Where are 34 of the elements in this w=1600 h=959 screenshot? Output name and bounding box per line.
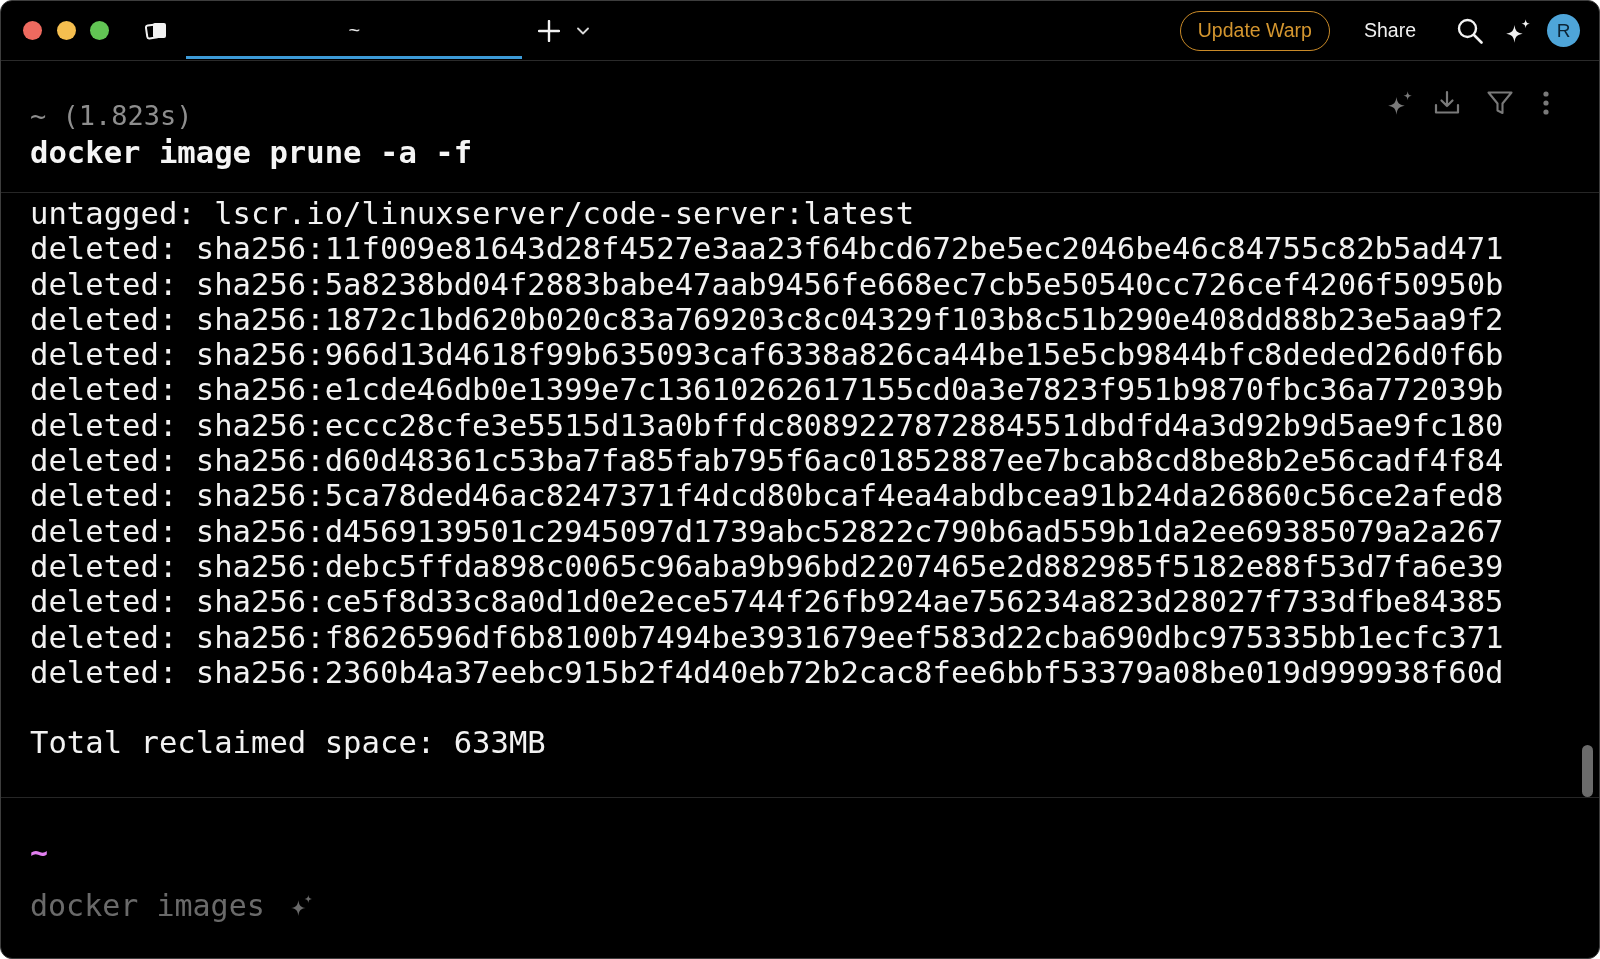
scrollbar-thumb[interactable]: [1582, 744, 1593, 797]
close-window-icon[interactable]: [23, 21, 42, 40]
plus-icon[interactable]: [538, 19, 561, 42]
block-header: ~ (1.823s): [30, 99, 194, 133]
tab[interactable]: ~: [186, 1, 523, 59]
command-text: docker image prune -a -f: [30, 134, 473, 172]
prompt-symbol: ~: [30, 834, 49, 871]
command-input[interactable]: docker images: [30, 887, 269, 924]
output-line: deleted: sha256:5ca78ded46ac8247371f4dcd80bcaf4ea4abdbcea91b24da26860c56ce2afed8: [30, 478, 1504, 514]
stacked-cards-icon[interactable]: [145, 21, 168, 40]
more-options-icon[interactable]: [1543, 91, 1549, 115]
output-line: deleted: sha256:5a8238bd04f2883babe47aab9456fe668ec7cb5e50540cc726cef4206f50950b: [30, 266, 1504, 302]
output-line: deleted: sha256:ce5f8d33c8a0d1d0e2ece5744f26fb924ae756234a823d28027f733dfbe84385: [30, 584, 1504, 620]
output-line: untagged: lscr.io/linuxserver/code-server:latest: [30, 196, 915, 232]
output-line: deleted: sha256:2360b4a37eebc915b2f4d40eb72b2cac8fee6bbf53379a08be019d999938f60d: [30, 654, 1504, 691]
filter-icon[interactable]: [1487, 90, 1513, 116]
share-button[interactable]: Share: [1363, 19, 1416, 42]
sparkle-icon[interactable]: [1505, 17, 1531, 44]
avatar[interactable]: R: [1547, 14, 1580, 47]
output-line: deleted: sha256:e1cde46db0e1399e7c13610262617155cd0a3e7823f951b9870fbc36a772039b: [30, 372, 1504, 408]
minimize-window-icon[interactable]: [56, 21, 76, 40]
output-line: deleted: sha256:eccc28cfe3e5515d13a0bffdc8089227872884551dbdfd4a3d92b9d5ae9fc180: [30, 407, 1504, 444]
output-line: deleted: sha256:f8626596df6b8100b7494be3931679eef583d22cba690dbc975335bb1ecfc371: [30, 619, 1504, 655]
maximize-window-icon[interactable]: [90, 21, 110, 40]
output-line: deleted: sha256:11f009e81643d28f4527e3aa23f64bcd672be5ec2046be46c84755c82b5ad471: [30, 231, 1504, 267]
output-line: deleted: sha256:966d13d4618f99b635093caf6338a826ca44be15e5cb9844bfc8deded26d0f6b: [30, 337, 1504, 373]
output-line: deleted: sha256:d4569139501c2945097d1739abc52822c790b6ad559b1da2ee69385079a2a267: [30, 513, 1504, 549]
download-icon[interactable]: [1434, 90, 1460, 116]
output-line: deleted: sha256:1872c1bd620b020c83a769203c8c04329f103b8c51b290e408dd88b23e5aa9f2: [30, 301, 1504, 338]
output-line: deleted: sha256:d60d48361c53ba7fa85fab795f6ac01852887ee7bcab8cd8be8b2e56cadf4f84: [30, 443, 1504, 479]
search-icon[interactable]: [1457, 17, 1483, 44]
summary-line: Total reclaimed space: 633MB: [30, 725, 546, 761]
chevron-down-icon[interactable]: [577, 26, 590, 35]
output-line: deleted: sha256:debc5ffda898c0065c96aba9b96bd2207465e2d882985f5182e88f53d7fa6e39: [30, 548, 1504, 585]
